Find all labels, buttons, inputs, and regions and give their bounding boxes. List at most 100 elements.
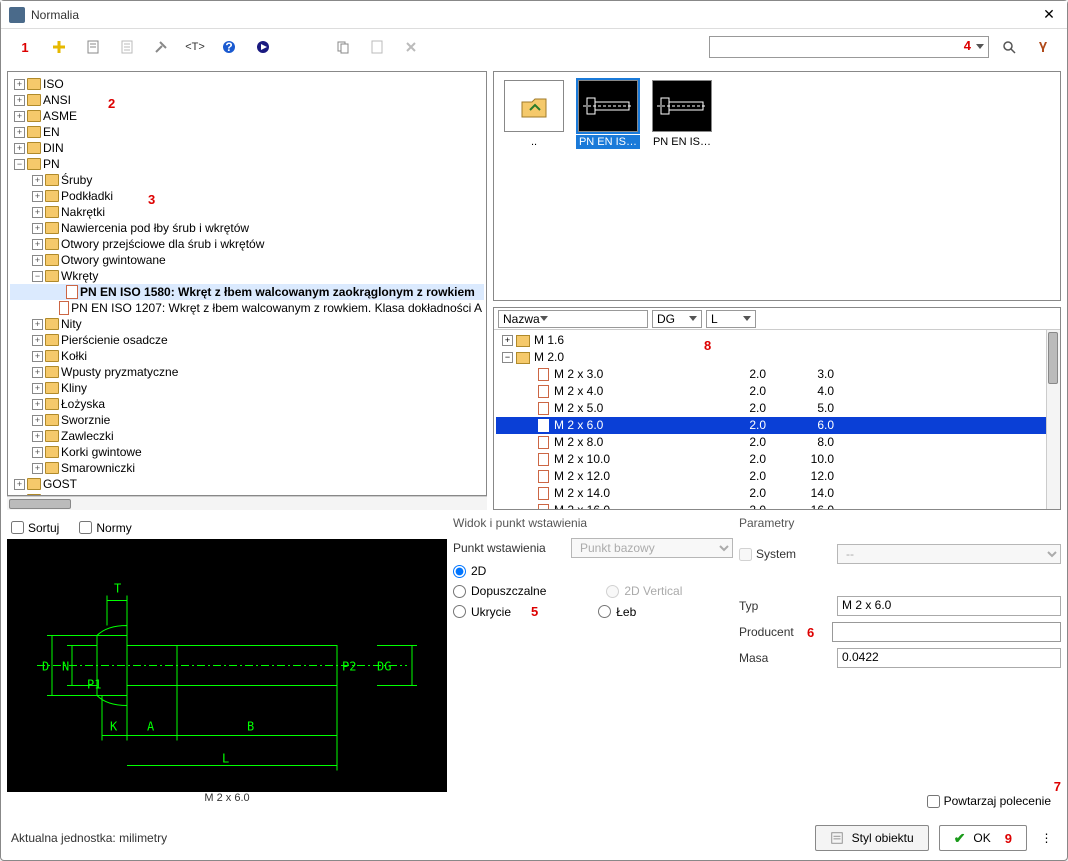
standards-tree[interactable]: 2 3 +ISO+ANSI+ASME+EN+DIN−PN+Śruby+Podkł… xyxy=(7,71,487,496)
radio-ukrycie[interactable]: Ukrycie xyxy=(453,605,511,619)
size-group-row[interactable]: −M 2.0 xyxy=(496,349,1058,366)
tree-toggle-icon[interactable]: + xyxy=(14,95,25,106)
tree-folder-item[interactable]: +Łożyska xyxy=(10,396,484,412)
prod-input[interactable] xyxy=(832,622,1061,642)
tree-toggle-icon[interactable]: + xyxy=(14,143,25,154)
tree-folder-item[interactable]: +Podkładki xyxy=(10,188,484,204)
tree-folder-item[interactable]: +DIN xyxy=(10,140,484,156)
tree-folder-item[interactable]: +Zawleczki xyxy=(10,428,484,444)
tree-toggle-icon[interactable]: + xyxy=(14,111,25,122)
copy-icon[interactable] xyxy=(329,35,357,59)
sizes-col-l[interactable]: L xyxy=(706,310,756,328)
play-icon[interactable] xyxy=(249,35,277,59)
gallery-item[interactable]: PN EN IS… xyxy=(650,80,714,149)
tree-folder-item[interactable]: +Pierścienie osadcze xyxy=(10,332,484,348)
radio-dopuszczalne[interactable]: Dopuszczalne xyxy=(453,584,546,598)
tree-toggle-icon[interactable]: + xyxy=(32,335,43,346)
size-row[interactable]: M 2 x 10.02.010.0 xyxy=(496,451,1058,468)
tree-toggle-icon[interactable]: + xyxy=(32,207,43,218)
tree-toggle-icon[interactable]: + xyxy=(32,399,43,410)
size-group-row[interactable]: +M 1.6 xyxy=(496,332,1058,349)
tree-part-item[interactable]: PN EN ISO 1580: Wkręt z łbem walcowanym … xyxy=(10,284,484,300)
tree-toggle-icon[interactable]: + xyxy=(14,479,25,490)
more-button[interactable]: ⋮ xyxy=(1037,831,1057,845)
tree-toggle-icon[interactable]: + xyxy=(32,239,43,250)
sizes-col-dg[interactable]: DG xyxy=(652,310,702,328)
size-row[interactable]: M 2 x 14.02.014.0 xyxy=(496,485,1058,502)
tree-toggle-icon[interactable]: + xyxy=(32,223,43,234)
tree-toggle-icon[interactable]: + xyxy=(32,415,43,426)
tree-folder-item[interactable]: +Korki gwintowe xyxy=(10,444,484,460)
tree-toggle-icon[interactable]: + xyxy=(32,367,43,378)
size-toggle-icon[interactable]: + xyxy=(502,335,513,346)
list-icon[interactable] xyxy=(113,35,141,59)
tools-icon[interactable] xyxy=(147,35,175,59)
tree-toggle-icon[interactable]: + xyxy=(14,127,25,138)
add-button[interactable] xyxy=(45,35,73,59)
tree-folder-item[interactable]: +Nity xyxy=(10,316,484,332)
size-row[interactable]: M 2 x 8.02.08.0 xyxy=(496,434,1058,451)
gallery-item[interactable]: PN EN IS… xyxy=(576,80,640,149)
tree-folder-item[interactable]: +Otwory gwintowane xyxy=(10,252,484,268)
locate-icon[interactable] xyxy=(1029,35,1057,59)
tree-folder-item[interactable]: +GOST xyxy=(10,476,484,492)
tree-folder-item[interactable]: +Kołki xyxy=(10,348,484,364)
tree-folder-item[interactable]: +Śruby xyxy=(10,172,484,188)
tree-folder-item[interactable]: +Otwory przejściowe dla śrub i wkrętów xyxy=(10,236,484,252)
tree-hscrollbar[interactable] xyxy=(7,496,487,510)
size-row[interactable]: M 2 x 16.02.016.0 xyxy=(496,502,1058,509)
tree-folder-item[interactable]: +ASME xyxy=(10,108,484,124)
size-row[interactable]: M 2 x 6.02.06.0 xyxy=(496,417,1058,434)
tree-toggle-icon[interactable]: + xyxy=(32,383,43,394)
gallery-item[interactable]: .. xyxy=(502,80,566,149)
sizes-col-name[interactable]: Nazwa xyxy=(498,310,648,328)
search-dropdown-icon[interactable] xyxy=(976,44,984,49)
help-icon[interactable]: ? xyxy=(215,35,243,59)
ok-button[interactable]: ✔ OK 9 xyxy=(939,825,1027,851)
tree-toggle-icon[interactable]: + xyxy=(32,191,43,202)
style-button[interactable]: Styl obiektu xyxy=(815,825,929,851)
tree-folder-item[interactable]: −PN xyxy=(10,156,484,172)
tree-part-item[interactable]: PN EN ISO 1207: Wkręt z łbem walcowanym … xyxy=(10,300,484,316)
radio-leb[interactable]: Łeb xyxy=(598,605,636,619)
tree-toggle-icon[interactable]: + xyxy=(32,255,43,266)
radio-2d[interactable]: 2D xyxy=(453,564,486,578)
size-row[interactable]: M 2 x 3.02.03.0 xyxy=(496,366,1058,383)
tree-toggle-icon[interactable]: + xyxy=(32,447,43,458)
tree-toggle-icon[interactable]: + xyxy=(32,319,43,330)
tree-folder-item[interactable]: +Smarowniczki xyxy=(10,460,484,476)
sort-checkbox[interactable]: Sortuj xyxy=(11,521,59,535)
search-input[interactable] xyxy=(709,36,989,58)
tree-folder-item[interactable]: −Wkręty xyxy=(10,268,484,284)
tree-folder-item[interactable]: +Kliny xyxy=(10,380,484,396)
tree-folder-item[interactable]: +ISO xyxy=(10,76,484,92)
close-button[interactable]: ✕ xyxy=(1039,5,1059,25)
tree-toggle-icon[interactable]: + xyxy=(32,175,43,186)
tree-toggle-icon[interactable]: + xyxy=(32,463,43,474)
tree-folder-item[interactable]: +Sworznie xyxy=(10,412,484,428)
tree-toggle-icon[interactable]: + xyxy=(32,351,43,362)
tree-toggle-icon[interactable]: + xyxy=(14,79,25,90)
size-row[interactable]: M 2 x 4.02.04.0 xyxy=(496,383,1058,400)
tree-folder-item[interactable]: +ANSI xyxy=(10,92,484,108)
page-icon[interactable] xyxy=(79,35,107,59)
tree-folder-item[interactable]: +Nawiercenia pod łby śrub i wkrętów xyxy=(10,220,484,236)
tree-toggle-icon[interactable]: + xyxy=(32,431,43,442)
folder-icon xyxy=(45,270,59,282)
tree-toggle-icon[interactable]: − xyxy=(32,271,43,282)
tree-toggle-icon[interactable]: − xyxy=(14,159,25,170)
tree-folder-item[interactable]: +Nakrętki xyxy=(10,204,484,220)
tree-folder-item[interactable]: +Wpusty pryzmatyczne xyxy=(10,364,484,380)
size-row[interactable]: M 2 x 5.02.05.0 xyxy=(496,400,1058,417)
tree-folder-item[interactable]: +EN xyxy=(10,124,484,140)
size-row[interactable]: M 2 x 12.02.012.0 xyxy=(496,468,1058,485)
system-checkbox[interactable]: System xyxy=(739,547,829,561)
search-icon[interactable] xyxy=(995,35,1023,59)
norms-checkbox[interactable]: Normy xyxy=(79,521,131,535)
sizes-vscrollbar[interactable] xyxy=(1046,330,1060,509)
delete-icon[interactable] xyxy=(397,35,425,59)
size-toggle-icon[interactable]: − xyxy=(502,352,513,363)
form-icon[interactable] xyxy=(363,35,391,59)
repeat-checkbox[interactable]: Powtarzaj polecenie xyxy=(927,794,1051,808)
text-icon[interactable]: <T> xyxy=(181,35,209,59)
